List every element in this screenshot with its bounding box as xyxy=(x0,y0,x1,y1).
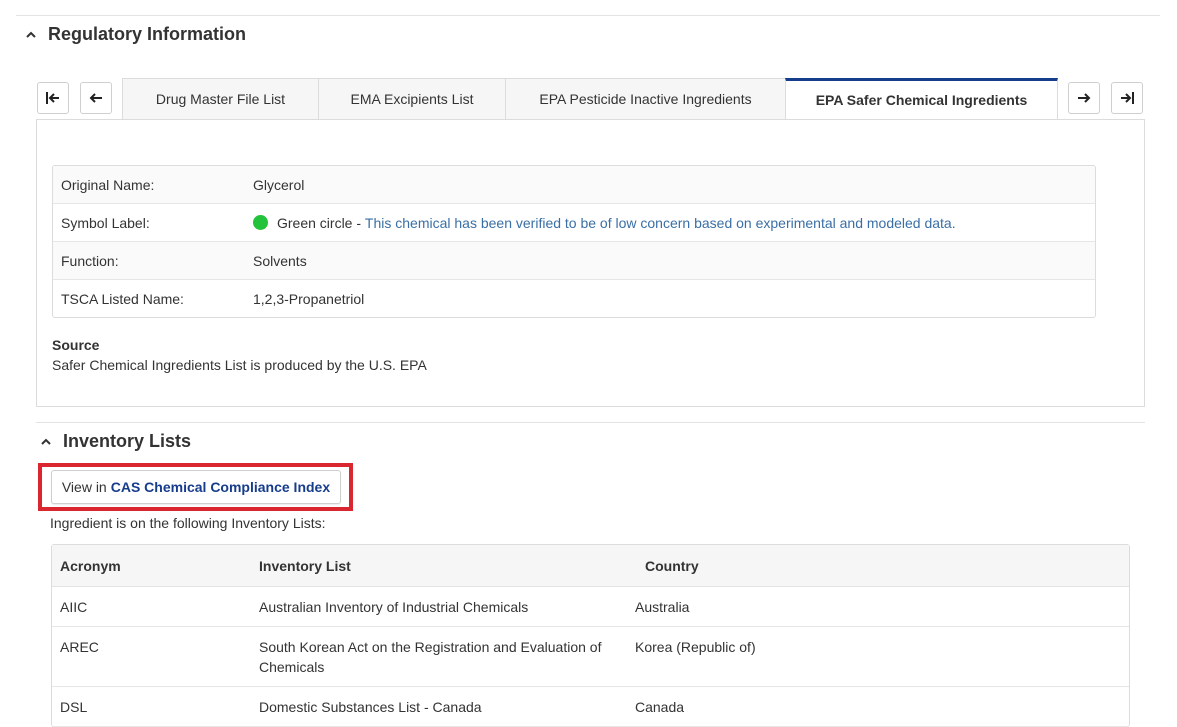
cell-acronym: DSL xyxy=(60,699,88,715)
table-row: AREC South Korean Act on the Registratio… xyxy=(52,627,1129,687)
symbol-description-link[interactable]: This chemical has been verified to be of… xyxy=(365,215,956,231)
info-label: TSCA Listed Name: xyxy=(61,290,184,307)
info-value: Green circle - This chemical has been ve… xyxy=(253,215,1095,231)
table-row: DSL Domestic Substances List - Canada Ca… xyxy=(52,687,1129,727)
cell-acronym: AIIC xyxy=(60,599,88,615)
symbol-label-text: Green circle - xyxy=(277,214,365,231)
last-page-icon xyxy=(1121,92,1134,104)
first-tab-button[interactable] xyxy=(37,82,69,114)
tab-epa-safer-chemical-ingredients[interactable]: EPA Safer Chemical Ingredients xyxy=(785,78,1058,120)
cell-country: Australia xyxy=(635,599,690,615)
table-row: AIIC Australian Inventory of Industrial … xyxy=(52,587,1129,627)
info-row-symbol-label: Symbol Label: Green circle - This chemic… xyxy=(53,204,1095,242)
last-tab-button[interactable] xyxy=(1111,82,1143,114)
cell-inventory-list: South Korean Act on the Registration and… xyxy=(259,639,602,675)
info-label: Original Name: xyxy=(61,176,155,193)
previous-tab-button[interactable] xyxy=(80,82,112,114)
info-row-tsca-name: TSCA Listed Name: 1,2,3-Propanetriol xyxy=(53,280,1095,317)
button-strong-text: CAS Chemical Compliance Index xyxy=(110,479,331,495)
cell-country: Canada xyxy=(635,699,685,715)
inventory-intro: Ingredient is on the following Inventory… xyxy=(50,515,326,531)
header-country[interactable]: Country xyxy=(645,558,1129,574)
button-prefix: View in xyxy=(61,479,107,495)
source-text: Safer Chemical Ingredients List is produ… xyxy=(52,357,427,373)
inventory-section-header[interactable]: Inventory Lists xyxy=(39,431,191,452)
inventory-table: Acronym Inventory List Country AIIC Aust… xyxy=(51,544,1130,727)
info-table: Original Name: Glycerol Symbol Label: Gr… xyxy=(52,165,1096,318)
cell-inventory-list: Australian Inventory of Industrial Chemi… xyxy=(259,599,529,615)
source-block: Source Safer Chemical Ingredients List i… xyxy=(52,337,427,373)
cell-country: Korea (Republic of) xyxy=(635,639,756,655)
info-row-original-name: Original Name: Glycerol xyxy=(53,166,1095,204)
arrow-left-icon xyxy=(89,93,102,103)
next-tab-button[interactable] xyxy=(1068,82,1100,114)
tab-drug-master-file-list[interactable]: Drug Master File List xyxy=(122,78,318,120)
tab-ema-excipients-list[interactable]: EMA Excipients List xyxy=(318,78,505,120)
source-heading: Source xyxy=(52,337,100,353)
info-label: Symbol Label: xyxy=(61,214,150,231)
header-inventory-list[interactable]: Inventory List xyxy=(259,558,645,574)
info-value: Glycerol xyxy=(253,176,305,193)
info-row-function: Function: Solvents xyxy=(53,242,1095,280)
chevron-up-icon[interactable] xyxy=(24,28,38,42)
first-page-icon xyxy=(46,92,59,104)
view-cas-compliance-button[interactable]: View in CAS Chemical Compliance Index xyxy=(51,470,341,504)
regulatory-section-header[interactable]: Regulatory Information xyxy=(24,24,246,45)
info-label: Function: xyxy=(61,252,119,269)
section-divider xyxy=(36,422,1145,423)
header-acronym[interactable]: Acronym xyxy=(52,558,259,574)
top-divider xyxy=(16,15,1160,16)
green-circle-icon xyxy=(253,215,268,230)
table-header: Acronym Inventory List Country xyxy=(52,545,1129,587)
cell-inventory-list: Domestic Substances List - Canada xyxy=(259,699,482,715)
tab-epa-pesticide-inactive-ingredients[interactable]: EPA Pesticide Inactive Ingredients xyxy=(505,78,785,120)
arrow-right-icon xyxy=(1078,93,1091,103)
chevron-up-icon[interactable] xyxy=(39,435,53,449)
info-value: Solvents xyxy=(253,252,307,269)
inventory-title: Inventory Lists xyxy=(63,431,192,451)
regulatory-title: Regulatory Information xyxy=(48,24,247,44)
info-value: 1,2,3-Propanetriol xyxy=(253,290,365,307)
regulatory-tabs: Drug Master File List EMA Excipients Lis… xyxy=(122,78,1058,120)
cell-acronym: AREC xyxy=(60,639,99,655)
